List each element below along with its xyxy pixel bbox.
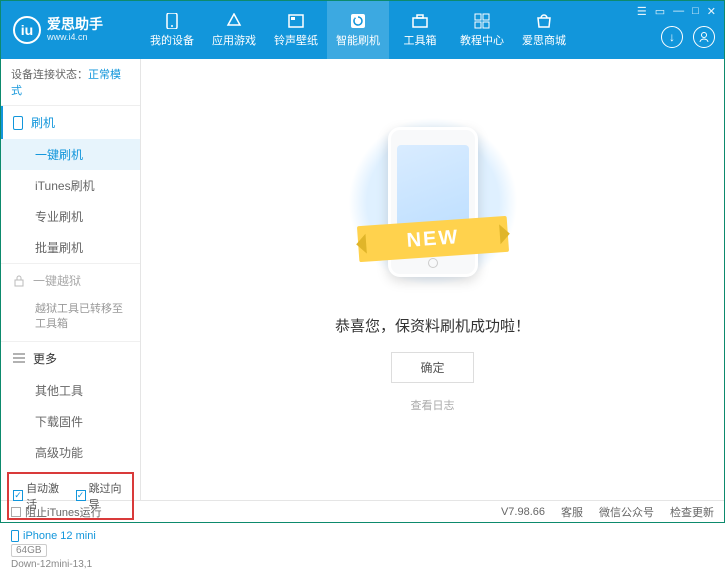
minimize-icon[interactable]: —	[673, 5, 684, 17]
device-info[interactable]: iPhone 12 mini 64GB Down-12mini-13,1	[1, 524, 140, 576]
nav-label: 智能刷机	[336, 32, 380, 48]
app-header: iu 爱思助手 www.i4.cn 我的设备 应用游戏 铃声壁纸 智能刷机 工具…	[1, 1, 724, 59]
app-url: www.i4.cn	[47, 33, 103, 43]
footer-right: V7.98.66 客服 微信公众号 检查更新	[501, 504, 714, 520]
nav-tab-store[interactable]: 爱思商城	[513, 1, 575, 59]
close-icon[interactable]: ✕	[707, 5, 716, 18]
sidebar-section-jailbreak: 一键越狱 越狱工具已转移至工具箱	[1, 264, 140, 342]
ok-button[interactable]: 确定	[391, 352, 473, 383]
app-title: 爱思助手	[47, 17, 103, 32]
sidebar-item-pro-flash[interactable]: 专业刷机	[1, 201, 140, 232]
toolbox-icon	[410, 13, 430, 29]
sidebar-item-advanced[interactable]: 高级功能	[1, 437, 140, 468]
connection-status: 设备连接状态：正常模式	[1, 59, 140, 106]
phone-illustration: NEW	[368, 117, 498, 287]
phone-icon	[162, 13, 182, 29]
sidebar-item-oneclick-flash[interactable]: 一键刷机	[1, 139, 140, 170]
wechat-link[interactable]: 微信公众号	[599, 504, 654, 520]
sidebar-item-itunes-flash[interactable]: iTunes刷机	[1, 170, 140, 201]
sidebar: 设备连接状态：正常模式 刷机 一键刷机 iTunes刷机 专业刷机 批量刷机 一…	[1, 59, 141, 500]
nav-tab-flash[interactable]: 智能刷机	[327, 1, 389, 59]
nav-tab-device[interactable]: 我的设备	[141, 1, 203, 59]
support-link[interactable]: 客服	[561, 504, 583, 520]
wallpaper-icon	[286, 13, 306, 29]
sidebar-header-flash[interactable]: 刷机	[1, 106, 140, 139]
nav-tab-toolbox[interactable]: 工具箱	[389, 1, 451, 59]
update-link[interactable]: 检查更新	[670, 504, 714, 520]
nav-tabs: 我的设备 应用游戏 铃声壁纸 智能刷机 工具箱 教程中心 爱思商城	[141, 1, 637, 59]
device-firmware: Down-12mini-13,1	[11, 559, 130, 570]
lock-icon	[13, 275, 25, 287]
sidebar-item-download-firmware[interactable]: 下载固件	[1, 406, 140, 437]
device-name: iPhone 12 mini	[11, 530, 130, 542]
check-icon: ✓	[76, 490, 86, 501]
sidebar-header-label: 更多	[33, 350, 57, 367]
app-body: 设备连接状态：正常模式 刷机 一键刷机 iTunes刷机 专业刷机 批量刷机 一…	[1, 59, 724, 500]
view-log-link[interactable]: 查看日志	[411, 397, 455, 413]
sidebar-section-flash: 刷机 一键刷机 iTunes刷机 专业刷机 批量刷机	[1, 106, 140, 264]
menu-icon[interactable]: ☰	[637, 5, 647, 18]
check-icon: ✓	[13, 490, 23, 501]
sidebar-header-label: 刷机	[31, 114, 55, 131]
main-content: NEW 恭喜您，保资料刷机成功啦！ 确定 查看日志	[141, 59, 724, 500]
phone-icon	[13, 116, 23, 130]
success-message: 恭喜您，保资料刷机成功啦！	[335, 315, 530, 336]
device-capacity: 64GB	[11, 544, 47, 557]
refresh-icon	[348, 13, 368, 29]
logo-text: 爱思助手 www.i4.cn	[47, 17, 103, 42]
sidebar-section-more: 更多 其他工具 下载固件 高级功能	[1, 342, 140, 468]
nav-label: 铃声壁纸	[274, 32, 318, 48]
sidebar-item-other-tools[interactable]: 其他工具	[1, 375, 140, 406]
nav-tab-tutorial[interactable]: 教程中心	[451, 1, 513, 59]
apps-icon	[224, 13, 244, 29]
checkbox-icon	[11, 507, 21, 517]
nav-label: 应用游戏	[212, 32, 256, 48]
store-icon	[534, 13, 554, 29]
nav-label: 工具箱	[404, 32, 437, 48]
new-banner: NEW	[356, 215, 508, 261]
sidebar-item-batch-flash[interactable]: 批量刷机	[1, 232, 140, 263]
nav-tab-apps[interactable]: 应用游戏	[203, 1, 265, 59]
nav-label: 我的设备	[150, 32, 194, 48]
menu-icon	[13, 353, 25, 363]
nav-label: 爱思商城	[522, 32, 566, 48]
sidebar-header-more[interactable]: 更多	[1, 342, 140, 375]
header-actions: ↓	[661, 26, 715, 48]
sidebar-header-jailbreak[interactable]: 一键越狱	[1, 264, 140, 297]
phone-icon	[11, 530, 19, 542]
download-icon[interactable]: ↓	[661, 26, 683, 48]
version-label: V7.98.66	[501, 506, 545, 518]
app-logo-icon: iu	[13, 16, 41, 44]
nav-tab-ringtones[interactable]: 铃声壁纸	[265, 1, 327, 59]
grid-icon	[472, 13, 492, 29]
user-icon[interactable]	[693, 26, 715, 48]
nav-label: 教程中心	[460, 32, 504, 48]
status-label: 设备连接状态：	[11, 69, 88, 81]
jailbreak-note: 越狱工具已转移至工具箱	[1, 297, 140, 341]
footer-label: 阻止iTunes运行	[25, 504, 102, 520]
logo-section: iu 爱思助手 www.i4.cn	[1, 16, 141, 44]
maximize-icon[interactable]: □	[692, 5, 699, 17]
sidebar-header-label: 一键越狱	[33, 272, 81, 289]
checkbox-block-itunes[interactable]: 阻止iTunes运行	[11, 504, 102, 520]
skin-icon[interactable]: ▭	[655, 5, 665, 18]
